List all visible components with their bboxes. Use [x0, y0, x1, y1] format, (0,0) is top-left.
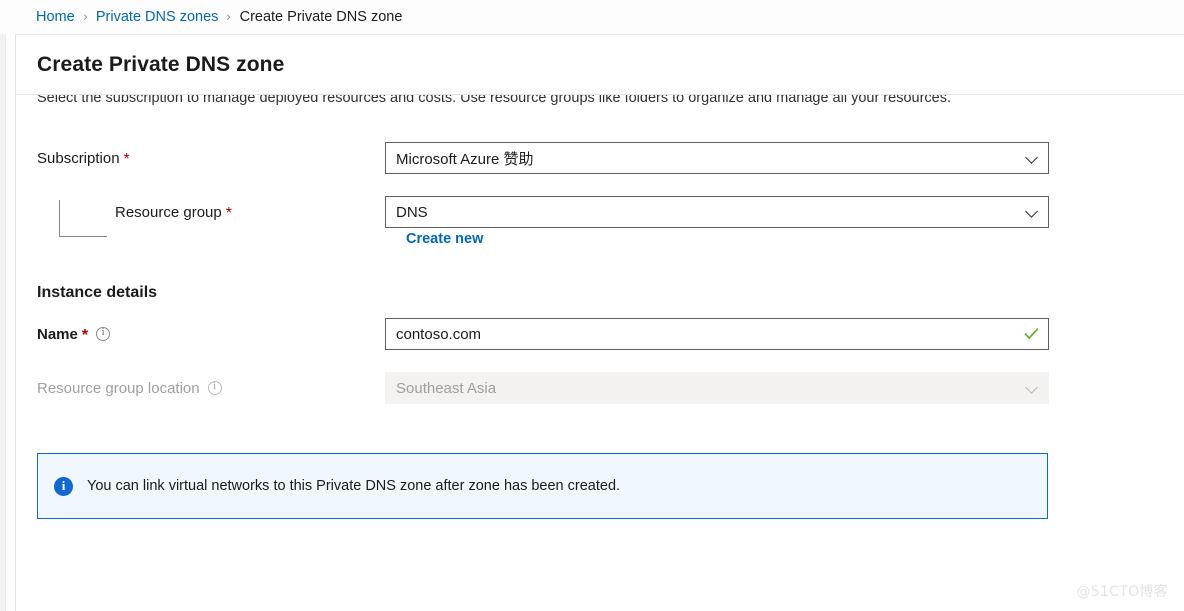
info-banner: You can link virtual networks to this Pr…	[37, 453, 1048, 519]
info-banner-text: You can link virtual networks to this Pr…	[87, 478, 621, 494]
name-input-value: contoso.com	[396, 325, 482, 343]
resource-group-dropdown[interactable]: DNS	[385, 196, 1049, 228]
form-content: Select the subscription to manage deploy…	[16, 95, 1184, 519]
resource-group-row: Resource group * DNS	[16, 196, 1184, 237]
name-input[interactable]: contoso.com	[385, 318, 1049, 350]
resource-group-value: DNS	[396, 203, 428, 221]
subscription-label-text: Subscription	[37, 149, 120, 167]
project-details-description: Select the subscription to manage deploy…	[37, 95, 952, 106]
required-indicator: *	[225, 205, 232, 222]
chevron-down-icon	[1027, 382, 1038, 393]
breadcrumb: Home › Private DNS zones › Create Privat…	[0, 0, 1184, 34]
resource-group-location-label: Resource group location	[37, 380, 385, 397]
blade-header: Create Private DNS zone	[16, 35, 1184, 95]
create-private-dns-zone-blade: Create Private DNS zone Select the subsc…	[15, 34, 1184, 611]
resource-group-location-dropdown: Southeast Asia	[385, 372, 1049, 404]
breadcrumb-separator-icon: ›	[83, 9, 88, 25]
info-icon[interactable]	[96, 327, 111, 341]
breadcrumb-separator-icon: ›	[226, 9, 232, 25]
name-row: Name * contoso.com	[16, 318, 1184, 350]
required-indicator: *	[81, 327, 89, 344]
info-filled-icon	[54, 476, 73, 496]
left-gutter	[0, 0, 6, 611]
resource-group-location-label-text: Resource group location	[37, 379, 200, 397]
subscription-label: Subscription *	[37, 149, 385, 168]
breadcrumb-item-home[interactable]: Home	[36, 9, 75, 25]
subscription-row: Subscription * Microsoft Azure 赞助	[16, 142, 1184, 174]
resource-group-label: Resource group *	[37, 203, 385, 222]
create-new-wrapper: Create new	[16, 228, 1184, 248]
create-new-resource-group-link[interactable]: Create new	[406, 231, 483, 247]
green-checkmark-icon	[1024, 327, 1039, 340]
name-label-text: Name	[37, 325, 78, 343]
instance-details-heading: Instance details	[37, 284, 158, 301]
info-icon[interactable]	[207, 381, 222, 395]
chevron-down-icon	[1027, 206, 1038, 217]
chevron-down-icon	[1027, 152, 1038, 163]
breadcrumb-item-current: Create Private DNS zone	[239, 9, 403, 25]
azure-portal-screen: Home › Private DNS zones › Create Privat…	[0, 0, 1184, 611]
resource-group-label-text: Resource group	[115, 203, 222, 221]
resource-group-location-row: Resource group location Southeast Asia	[16, 372, 1184, 404]
page-title: Create Private DNS zone	[37, 52, 285, 76]
resource-group-location-value: Southeast Asia	[396, 379, 497, 397]
subscription-value: Microsoft Azure 赞助	[396, 150, 534, 168]
breadcrumb-item-private-dns-zones[interactable]: Private DNS zones	[96, 9, 219, 25]
watermark: @51CTO博客	[1076, 584, 1168, 600]
subscription-dropdown[interactable]: Microsoft Azure 赞助	[385, 142, 1049, 174]
name-label: Name *	[37, 325, 385, 344]
required-indicator: *	[123, 151, 130, 168]
form-scroll-container[interactable]: Select the subscription to manage deploy…	[16, 95, 1184, 611]
